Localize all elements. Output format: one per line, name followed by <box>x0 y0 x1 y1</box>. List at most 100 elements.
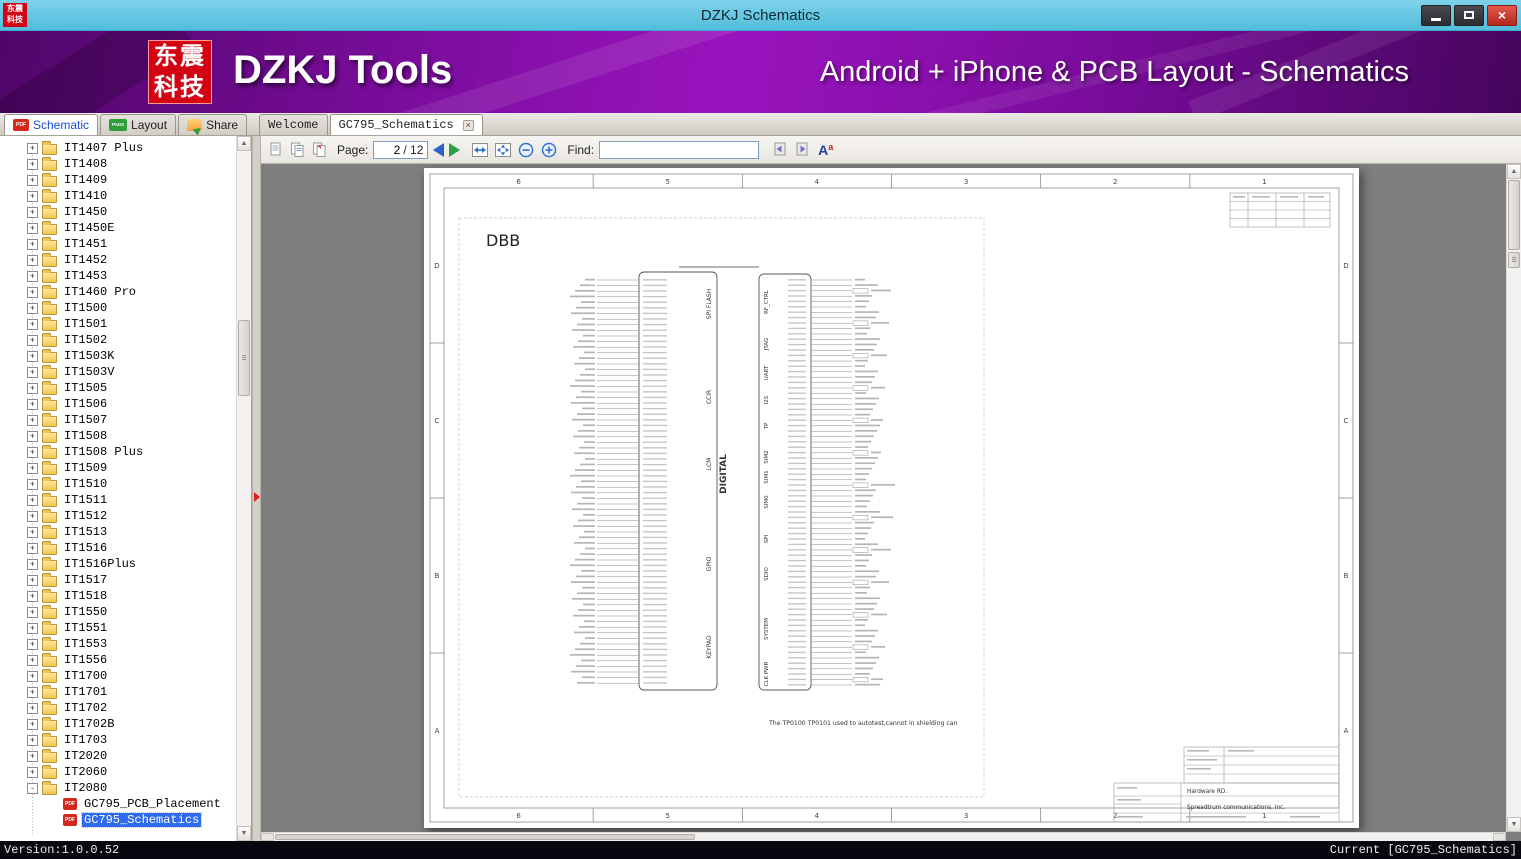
viewer-scroll-split-handle[interactable] <box>1508 252 1520 268</box>
expand-toggle-icon[interactable]: + <box>27 750 38 762</box>
expand-toggle-icon[interactable]: + <box>27 494 38 506</box>
viewer-scroll-down-icon[interactable]: ▼ <box>1507 817 1521 832</box>
minimize-button[interactable] <box>1421 4 1451 26</box>
expand-toggle-icon[interactable]: + <box>27 350 38 362</box>
expand-toggle-icon[interactable]: + <box>27 430 38 442</box>
tree-folder-row[interactable]: + IT1500 <box>0 300 236 316</box>
previous-page-button[interactable] <box>433 142 445 157</box>
expand-toggle-icon[interactable]: + <box>27 734 38 746</box>
find-previous-icon[interactable] <box>772 141 789 158</box>
expand-toggle-icon[interactable]: + <box>27 510 38 522</box>
viewer-vertical-scrollbar[interactable]: ▲ ▼ <box>1506 164 1521 832</box>
page-input[interactable] <box>378 142 401 157</box>
tree-folder-row[interactable]: + IT2020 <box>0 748 236 764</box>
tree-folder-row[interactable]: + IT1450E <box>0 220 236 236</box>
duplicate-pages-icon[interactable] <box>289 141 306 158</box>
tab-layout[interactable]: PADS Layout <box>100 114 177 135</box>
expand-toggle-icon[interactable]: + <box>27 446 38 458</box>
viewer-scroll-left-icon[interactable] <box>261 833 274 841</box>
tree-folder-row[interactable]: + IT1460 Pro <box>0 284 236 300</box>
font-size-icon[interactable]: Aa <box>818 142 833 158</box>
tree-folder-row[interactable]: + IT1453 <box>0 268 236 284</box>
tree-folder-row[interactable]: + IT1509 <box>0 460 236 476</box>
tree-folder-row[interactable]: + IT1407 Plus <box>0 140 236 156</box>
maximize-button[interactable] <box>1454 4 1484 26</box>
expand-toggle-icon[interactable]: + <box>27 414 38 426</box>
expand-toggle-icon[interactable]: + <box>27 142 38 154</box>
expand-toggle-icon[interactable]: + <box>27 254 38 266</box>
fit-page-icon[interactable] <box>494 141 512 159</box>
expand-toggle-icon[interactable]: + <box>27 286 38 298</box>
next-page-button[interactable] <box>449 142 461 157</box>
expand-toggle-icon[interactable]: + <box>27 686 38 698</box>
tree-folder-row[interactable]: + IT1516 <box>0 540 236 556</box>
viewer-scroll-up-icon[interactable]: ▲ <box>1507 164 1521 179</box>
doc-tab-gc795-schematics[interactable]: GC795_Schematics × <box>329 114 483 135</box>
tree-folder-row[interactable]: + IT1450 <box>0 204 236 220</box>
zoom-out-icon[interactable] <box>517 141 535 159</box>
tree-folder-row[interactable]: + IT1516Plus <box>0 556 236 572</box>
tree-folder-row[interactable]: + IT1703 <box>0 732 236 748</box>
tree-folder-row[interactable]: + IT1503V <box>0 364 236 380</box>
tree-folder-row[interactable]: + IT1451 <box>0 236 236 252</box>
single-page-icon[interactable] <box>267 141 284 158</box>
tree-folder-row[interactable]: + IT1513 <box>0 524 236 540</box>
expand-toggle-icon[interactable]: + <box>27 558 38 570</box>
tree-folder-row[interactable]: + IT1517 <box>0 572 236 588</box>
viewer-scroll-right-icon[interactable] <box>1493 833 1506 841</box>
expand-toggle-icon[interactable]: + <box>27 334 38 346</box>
expand-toggle-icon[interactable]: + <box>27 238 38 250</box>
expand-toggle-icon[interactable]: + <box>27 574 38 586</box>
tree-file-row[interactable]: PDF GC795_Schematics <box>0 812 236 828</box>
tree-folder-row[interactable]: + IT1503K <box>0 348 236 364</box>
tree-file-row[interactable]: PDF GC795_PCB_Placement <box>0 796 236 812</box>
tree-folder-row[interactable]: + IT1701 <box>0 684 236 700</box>
tree-folder-row[interactable]: + IT1508 <box>0 428 236 444</box>
expand-toggle-icon[interactable]: + <box>27 174 38 186</box>
expand-toggle-icon[interactable]: + <box>27 302 38 314</box>
viewer-horizontal-scrollbar[interactable] <box>261 832 1506 841</box>
tree-folder-row[interactable]: + IT1512 <box>0 508 236 524</box>
fit-width-icon[interactable] <box>471 141 489 159</box>
tree-folder-row[interactable]: + IT1551 <box>0 620 236 636</box>
tree-folder-row[interactable]: + IT1508 Plus <box>0 444 236 460</box>
tree-folder-row[interactable]: + IT1506 <box>0 396 236 412</box>
tree-folder-row[interactable]: + IT1452 <box>0 252 236 268</box>
scroll-down-icon[interactable]: ▼ <box>237 826 251 841</box>
tree-folder-row[interactable]: + IT1510 <box>0 476 236 492</box>
tree-folder-row[interactable]: + IT1410 <box>0 188 236 204</box>
close-tab-icon[interactable]: × <box>462 119 474 131</box>
expand-toggle-icon[interactable]: + <box>27 702 38 714</box>
tree-folder-row[interactable]: + IT1501 <box>0 316 236 332</box>
sidebar-scroll-thumb[interactable] <box>238 320 250 396</box>
expand-toggle-icon[interactable]: + <box>27 654 38 666</box>
tree-folder-row[interactable]: + IT1556 <box>0 652 236 668</box>
find-next-icon[interactable] <box>794 141 811 158</box>
expand-toggle-icon[interactable]: + <box>27 398 38 410</box>
expand-toggle-icon[interactable]: + <box>27 318 38 330</box>
expand-toggle-icon[interactable]: + <box>27 718 38 730</box>
expand-toggle-icon[interactable]: + <box>27 590 38 602</box>
expand-toggle-icon[interactable]: + <box>27 526 38 538</box>
expand-toggle-icon[interactable]: + <box>27 478 38 490</box>
expand-toggle-icon[interactable]: + <box>27 766 38 778</box>
expand-toggle-icon[interactable]: + <box>27 158 38 170</box>
tree-folder-row[interactable]: + IT1550 <box>0 604 236 620</box>
tree-folder-row[interactable]: + IT1409 <box>0 172 236 188</box>
doc-tab-welcome[interactable]: Welcome <box>259 114 328 135</box>
copy-pages-icon[interactable] <box>311 141 328 158</box>
scroll-up-icon[interactable]: ▲ <box>237 136 251 151</box>
expand-toggle-icon[interactable]: + <box>27 606 38 618</box>
tree-folder-row[interactable]: + IT1505 <box>0 380 236 396</box>
tree-folder-row[interactable]: + IT1553 <box>0 636 236 652</box>
expand-toggle-icon[interactable]: + <box>27 222 38 234</box>
tree-folder-row[interactable]: + IT1507 <box>0 412 236 428</box>
expand-toggle-icon[interactable]: + <box>27 622 38 634</box>
expand-toggle-icon[interactable]: + <box>27 382 38 394</box>
tab-share[interactable]: Share <box>178 114 248 135</box>
find-input[interactable] <box>599 140 760 159</box>
zoom-in-icon[interactable] <box>540 141 558 159</box>
expand-toggle-icon[interactable]: + <box>27 542 38 554</box>
tree-folder-row[interactable]: + IT1518 <box>0 588 236 604</box>
tree-folder-row[interactable]: + IT1511 <box>0 492 236 508</box>
